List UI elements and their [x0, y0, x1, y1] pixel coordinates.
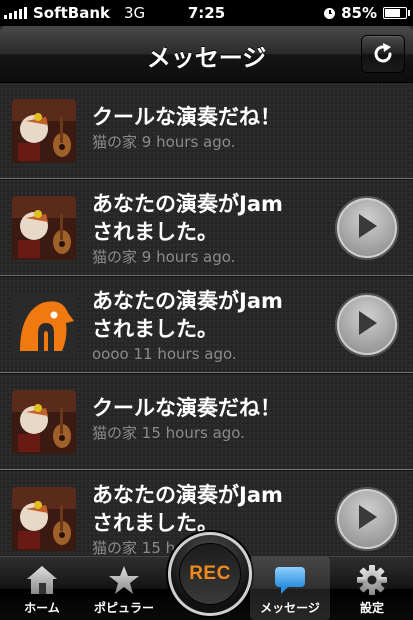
- guitar-photo-icon: [12, 487, 76, 551]
- home-icon: [27, 566, 57, 594]
- message-meta: 猫の家 15 hours ago.: [92, 422, 327, 444]
- message-text: クールな演奏だね！: [92, 105, 281, 129]
- message-row[interactable]: クールな演奏だね！ 猫の家 15 hours ago.: [0, 374, 413, 471]
- play-button[interactable]: [335, 487, 399, 551]
- message-list[interactable]: クールな演奏だね！ 猫の家 9 hours ago. あなたの演奏がJam されまし…: [0, 83, 413, 557]
- navigation-bar: メッセージ: [0, 26, 413, 83]
- tab-settings-label: 設定: [359, 601, 384, 615]
- message-meta: 猫の家 9 hours ago.: [92, 131, 327, 153]
- gear-icon: [357, 565, 387, 595]
- message-time: 9 hours ago.: [141, 133, 236, 151]
- tab-popular[interactable]: ポピュラー: [84, 557, 164, 620]
- sender-name: 猫の家: [92, 133, 138, 151]
- message-text: あなたの演奏がJam されました。: [92, 483, 283, 535]
- tab-home-label: ホーム: [24, 601, 60, 615]
- tab-popular-label: ポピュラー: [93, 601, 154, 615]
- message-meta: oooo 11 hours ago.: [92, 343, 327, 365]
- message-row[interactable]: あなたの演奏がJam されました。 猫の家 9 hours ago.: [0, 180, 413, 277]
- star-icon: [109, 566, 139, 594]
- sender-avatar[interactable]: [12, 390, 76, 454]
- tab-settings[interactable]: 設定: [332, 557, 412, 620]
- sender-avatar[interactable]: [12, 99, 76, 163]
- tab-messages[interactable]: メッセージ: [250, 557, 330, 620]
- tab-bar: ホーム ポピュラー REC メッセージ 設定: [0, 532, 413, 620]
- message-row[interactable]: あなたの演奏がJam されました。 oooo 11 hours ago.: [0, 277, 413, 374]
- tab-messages-label: メッセージ: [260, 601, 320, 615]
- refresh-button[interactable]: [361, 35, 405, 73]
- message-time: 9 hours ago.: [141, 248, 236, 266]
- sender-avatar[interactable]: [12, 487, 76, 551]
- message-time: 15 hours ago.: [141, 424, 245, 442]
- sender-name: 猫の家: [92, 539, 138, 557]
- battery-percent: 85%: [341, 4, 377, 22]
- page-title: メッセージ: [146, 44, 267, 72]
- message-meta: 猫の家 9 hours ago.: [92, 246, 327, 268]
- play-icon: [359, 214, 377, 238]
- tab-home[interactable]: ホーム: [2, 557, 82, 620]
- alarm-clock-icon: [324, 7, 336, 19]
- guitar-photo-icon: [12, 99, 76, 163]
- refresh-icon: [374, 43, 392, 63]
- play-icon: [359, 311, 377, 335]
- sender-name: oooo: [92, 345, 129, 363]
- message-row[interactable]: クールな演奏だね！ 猫の家 9 hours ago.: [0, 83, 413, 180]
- rec-button[interactable]: REC: [168, 532, 252, 616]
- rec-button-label: REC: [179, 543, 241, 605]
- battery-icon: [383, 7, 410, 19]
- status-bar: SoftBank 3G 7:25 85%: [0, 0, 413, 26]
- sender-avatar[interactable]: [12, 293, 76, 357]
- play-button[interactable]: [335, 293, 399, 357]
- guitar-photo-icon: [12, 390, 76, 454]
- sender-avatar[interactable]: [12, 196, 76, 260]
- speech-bubble-icon: [275, 567, 305, 594]
- message-text: あなたの演奏がJam されました。: [92, 192, 283, 244]
- message-text: あなたの演奏がJam されました。: [92, 289, 283, 341]
- message-text: クールな演奏だね！: [92, 396, 281, 420]
- play-icon: [359, 505, 377, 529]
- sender-name: 猫の家: [92, 248, 138, 266]
- orange-bird-logo-icon: [12, 293, 76, 357]
- sender-name: 猫の家: [92, 424, 138, 442]
- message-time: 11 hours ago.: [133, 345, 237, 363]
- play-button[interactable]: [335, 196, 399, 260]
- guitar-photo-icon: [12, 196, 76, 260]
